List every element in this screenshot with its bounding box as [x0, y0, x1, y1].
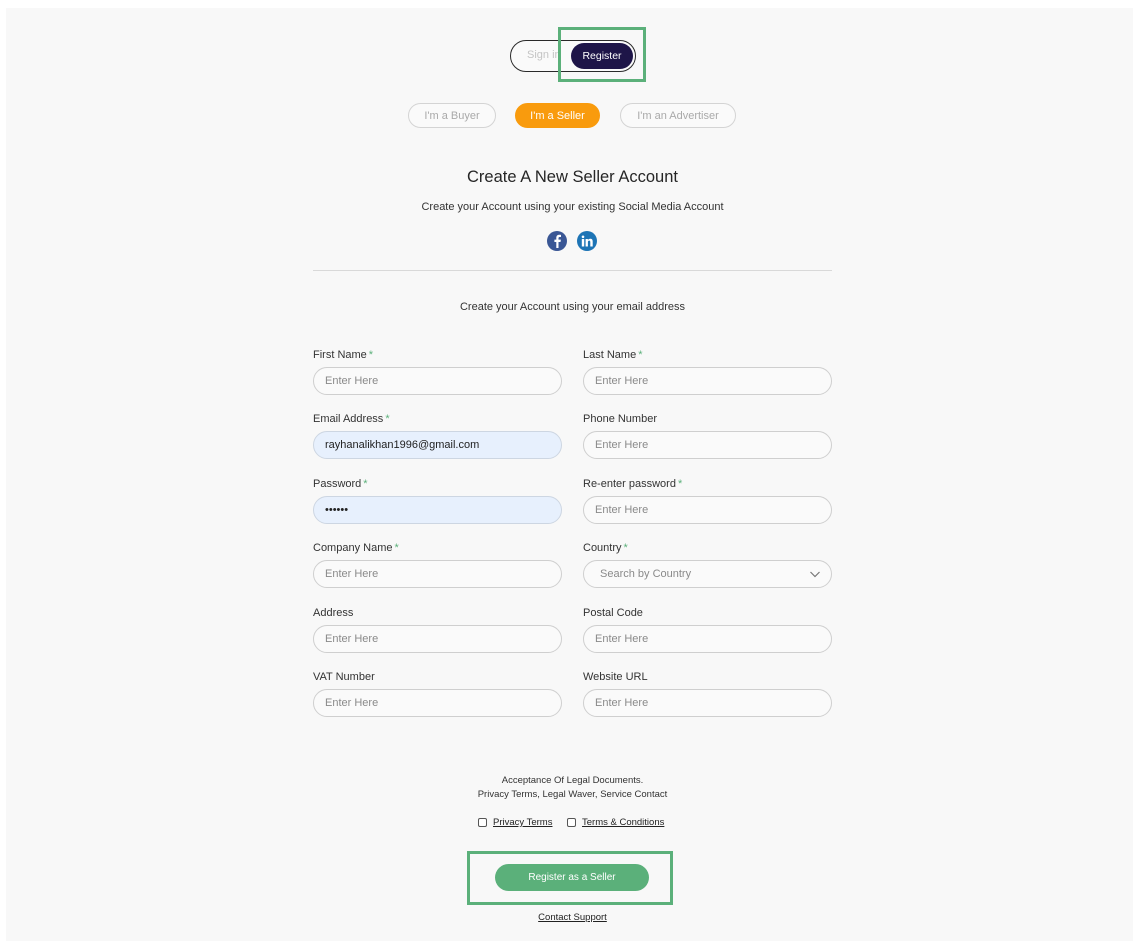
role-advertiser-button[interactable]: I'm an Advertiser [620, 103, 736, 128]
company-name-group: Company Name * [313, 541, 562, 588]
reenter-password-input[interactable] [583, 496, 832, 524]
required-marker: * [385, 413, 390, 425]
section-divider [313, 270, 832, 271]
register-as-seller-button[interactable]: Register as a Seller [495, 864, 649, 891]
website-url-input[interactable] [583, 689, 832, 717]
email-label: Email Address [313, 413, 384, 425]
required-marker: * [363, 478, 368, 490]
chevron-down-icon [810, 571, 820, 578]
vat-number-label: VAT Number [313, 671, 375, 683]
country-placeholder: Search by Country [600, 568, 692, 580]
required-marker: * [394, 542, 399, 554]
required-marker: * [623, 542, 628, 554]
first-name-group: First Name * [313, 348, 562, 395]
country-label: Country [583, 542, 622, 554]
contact-support-link[interactable]: Contact Support [0, 912, 1133, 923]
vat-number-input[interactable] [313, 689, 562, 717]
privacy-terms-checkbox[interactable] [478, 818, 487, 827]
phone-label: Phone Number [583, 413, 657, 425]
privacy-terms-item: Privacy Terms [478, 817, 552, 828]
first-name-label: First Name [313, 349, 367, 361]
required-marker: * [638, 349, 643, 361]
required-marker: * [677, 478, 683, 490]
country-select[interactable]: Search by Country [583, 560, 832, 588]
role-seller-button[interactable]: I'm a Seller [515, 103, 600, 128]
email-group: Email Address * [313, 412, 562, 459]
last-name-input[interactable] [583, 367, 832, 395]
terms-conditions-item: Terms & Conditions [567, 817, 664, 828]
phone-group: Phone Number [583, 412, 832, 459]
address-group: Address [313, 606, 562, 653]
phone-input[interactable] [583, 431, 832, 459]
register-tab[interactable]: Register [571, 43, 633, 69]
address-input[interactable] [313, 625, 562, 653]
vat-number-group: VAT Number [313, 670, 562, 717]
email-input[interactable] [313, 431, 562, 459]
privacy-terms-link[interactable]: Privacy Terms [493, 817, 552, 828]
postal-code-label: Postal Code [583, 607, 643, 619]
social-subtitle: Create your Account using your existing … [421, 201, 724, 213]
signin-tab[interactable]: Sign in [527, 49, 561, 61]
required-marker: * [368, 349, 374, 361]
terms-conditions-checkbox[interactable] [567, 818, 576, 827]
reenter-password-group: Re-enter password * [583, 477, 832, 524]
postal-code-group: Postal Code [583, 606, 832, 653]
company-name-label: Company Name [313, 542, 393, 554]
page-background [6, 8, 1133, 941]
country-group: Country * Search by Country [583, 541, 832, 588]
postal-code-input[interactable] [583, 625, 832, 653]
last-name-group: Last Name * [583, 348, 832, 395]
linkedin-icon[interactable] [577, 231, 597, 251]
role-buyer-button[interactable]: I'm a Buyer [408, 103, 496, 128]
legal-checkboxes: Privacy Terms Terms & Conditions [0, 817, 1133, 833]
website-url-group: Website URL [583, 670, 832, 717]
password-group: Password * [313, 477, 562, 524]
email-subtitle: Create your Account using your email add… [459, 301, 685, 313]
password-label: Password [313, 478, 362, 490]
page-title: Create A New Seller Account [467, 168, 678, 186]
first-name-input[interactable] [313, 367, 562, 395]
role-selector: I'm a Buyer I'm a Seller I'm an Advertis… [0, 103, 1133, 129]
company-name-input[interactable] [313, 560, 562, 588]
facebook-icon[interactable] [547, 231, 567, 251]
password-input[interactable] [313, 496, 562, 524]
address-label: Address [313, 607, 354, 619]
terms-conditions-link[interactable]: Terms & Conditions [582, 817, 664, 828]
last-name-label: Last Name [583, 349, 637, 361]
auth-toggle: Sign in Register [510, 40, 636, 72]
legal-description: Privacy Terms, Legal Waver, Service Cont… [477, 789, 668, 800]
legal-heading: Acceptance Of Legal Documents. [501, 775, 644, 786]
reenter-password-label: Re-enter password [583, 478, 676, 490]
website-url-label: Website URL [583, 671, 648, 683]
